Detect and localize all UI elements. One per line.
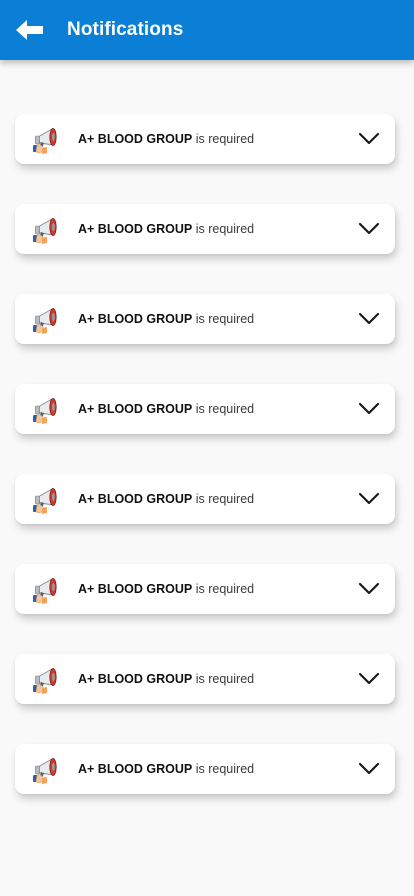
chevron-down-icon[interactable] [358,222,380,236]
megaphone-icon [33,218,57,244]
requirement-text: is required [195,402,255,416]
requirement-text: is required [195,312,255,326]
requirement-text: is required [195,222,255,236]
notification-card[interactable]: A+ BLOOD GROUP is required [15,114,395,164]
blood-group-label: A+ BLOOD GROUP [78,222,193,236]
megaphone-icon [33,578,57,604]
requirement-text: is required [195,582,255,596]
blood-group-label: A+ BLOOD GROUP [78,312,193,326]
requirement-text: is required [195,492,255,506]
notification-card[interactable]: A+ BLOOD GROUP is required [15,204,395,254]
notification-card[interactable]: A+ BLOOD GROUP is required [15,564,395,614]
requirement-text: is required [195,672,255,686]
arrow-left-icon [16,20,43,40]
requirement-text: is required [195,132,255,146]
app-bar: Notifications [0,0,414,60]
megaphone-icon [33,398,57,424]
chevron-down-icon[interactable] [358,492,380,506]
chevron-down-icon[interactable] [358,312,380,326]
notification-card[interactable]: A+ BLOOD GROUP is required [15,654,395,704]
blood-group-label: A+ BLOOD GROUP [78,492,193,506]
blood-group-label: A+ BLOOD GROUP [78,132,193,146]
notification-card[interactable]: A+ BLOOD GROUP is required [15,474,395,524]
chevron-down-icon[interactable] [358,582,380,596]
chevron-down-icon[interactable] [358,402,380,416]
blood-group-label: A+ BLOOD GROUP [78,672,193,686]
blood-group-label: A+ BLOOD GROUP [78,762,193,776]
blood-group-label: A+ BLOOD GROUP [78,582,193,596]
notification-card[interactable]: A+ BLOOD GROUP is required [15,384,395,434]
page-title: Notifications [67,19,184,40]
megaphone-icon [33,128,57,154]
chevron-down-icon[interactable] [358,762,380,776]
chevron-down-icon[interactable] [358,672,380,686]
megaphone-icon [33,758,57,784]
megaphone-icon [33,488,57,514]
megaphone-icon [33,668,57,694]
megaphone-icon [33,308,57,334]
blood-group-label: A+ BLOOD GROUP [78,402,193,416]
back-button[interactable] [15,19,45,41]
notification-card[interactable]: A+ BLOOD GROUP is required [15,294,395,344]
notification-card[interactable]: A+ BLOOD GROUP is required [15,744,395,794]
chevron-down-icon[interactable] [358,132,380,146]
requirement-text: is required [195,762,255,776]
